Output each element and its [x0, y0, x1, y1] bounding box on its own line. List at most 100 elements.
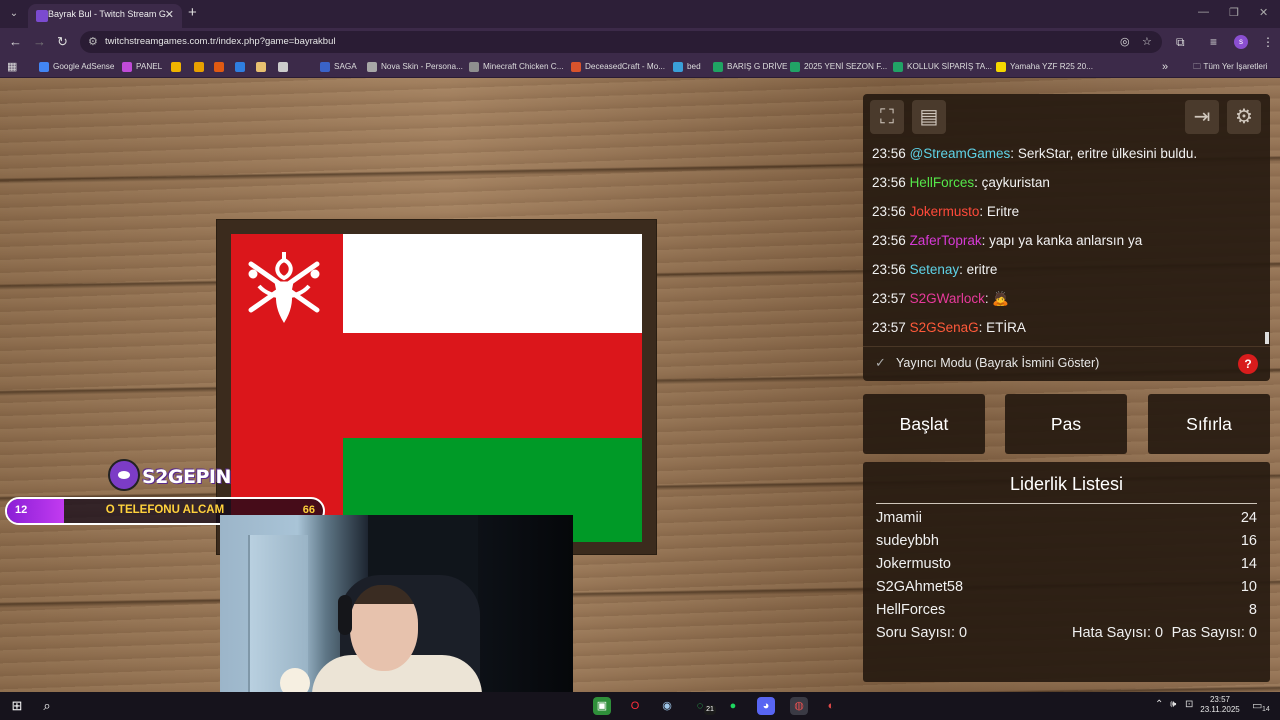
- bookmark-favicon-icon: [790, 61, 800, 72]
- bookmark-label: Minecraft Chicken C...: [483, 62, 564, 71]
- pass-button[interactable]: Pas: [1005, 394, 1127, 454]
- bookmark-item[interactable]: [278, 60, 292, 74]
- fullscreen-icon[interactable]: ⛶: [870, 100, 904, 134]
- chat-message: 23:56 HellForces: çaykuristan: [872, 175, 1050, 190]
- chat-time: 23:57: [872, 291, 906, 306]
- bookmark-item[interactable]: bed: [673, 60, 701, 74]
- apps-grid-icon[interactable]: ▦: [7, 60, 17, 74]
- extensions-icon[interactable]: ⧉: [1176, 35, 1185, 50]
- streamer-mode-label: Yayıncı Modu (Bayrak İsmini Göster): [896, 356, 1100, 370]
- bookmark-favicon-icon: [367, 61, 377, 72]
- bookmark-favicon-icon: [214, 61, 224, 72]
- chat-message: 23:56 ZaferToprak: yapı ya kanka anlarsı…: [872, 233, 1143, 248]
- webcam-person-head: [350, 585, 418, 671]
- minimize-icon[interactable]: —: [1198, 6, 1209, 18]
- stats-row: Soru Sayısı: 0 Hata Sayısı: 0 Pas Sayısı…: [876, 625, 1257, 641]
- chat-username[interactable]: S2GSenaG: [910, 320, 979, 335]
- bookmark-item[interactable]: [194, 60, 208, 74]
- pass-count: Pas Sayısı: 0: [1171, 625, 1257, 641]
- url-text[interactable]: twitchstreamgames.com.tr/index.php?game=…: [105, 36, 336, 47]
- bookmark-star-icon[interactable]: ☆: [1142, 35, 1152, 48]
- site-info-icon[interactable]: ⚙: [88, 35, 98, 48]
- tab-close-icon[interactable]: ✕: [165, 8, 174, 21]
- game-side-panel: ⛶ ▤ ⇥ ⚙ 23:56 @StreamGames: SerkStar, er…: [863, 94, 1270, 682]
- minecraft-icon[interactable]: ▣: [593, 697, 611, 715]
- tab-search-icon[interactable]: ⌄: [6, 6, 22, 22]
- bookmark-favicon-icon: [996, 61, 1006, 72]
- leader-name: Jmamii: [876, 510, 922, 526]
- bookmark-favicon-icon: [469, 61, 479, 72]
- bookmark-favicon-icon: [320, 61, 330, 72]
- bookmark-item[interactable]: [171, 60, 185, 74]
- bookmark-favicon-icon: [673, 61, 683, 72]
- bookmark-item[interactable]: DeceasedCraft - Mo...: [571, 60, 665, 74]
- checkmark-icon[interactable]: ✓: [875, 355, 886, 371]
- reset-button[interactable]: Sıfırla: [1148, 394, 1270, 454]
- system-clock[interactable]: 23:57 23.11.2025: [1198, 695, 1242, 715]
- profile-avatar[interactable]: s: [1234, 35, 1248, 49]
- eye-off-icon[interactable]: ◎: [1120, 35, 1130, 48]
- bookmark-item[interactable]: BARIŞ G DRİVE: [713, 60, 788, 74]
- help-button[interactable]: ?: [1238, 354, 1258, 374]
- volume-icon[interactable]: 🕪: [1170, 699, 1176, 710]
- chat-username[interactable]: ZaferToprak: [910, 233, 982, 248]
- start-button[interactable]: Başlat: [863, 394, 985, 454]
- leader-name: sudeybbh: [876, 533, 939, 549]
- notification-count: 14: [1262, 706, 1270, 713]
- obs-icon[interactable]: ◐: [822, 697, 840, 715]
- chat-username[interactable]: @StreamGames: [910, 146, 1011, 161]
- windows-start-icon[interactable]: ⊞: [8, 697, 26, 715]
- tray-chevron-icon[interactable]: ⌃: [1155, 699, 1163, 710]
- chat-username[interactable]: Jokermusto: [910, 204, 980, 219]
- chat-scrollbar[interactable]: [1265, 332, 1269, 344]
- all-bookmarks-folder[interactable]: 🗀 Tüm Yer İşaretleri: [1193, 60, 1268, 74]
- chrome-icon[interactable]: ◍: [790, 697, 808, 715]
- all-bookmarks-label: Tüm Yer İşaretleri: [1203, 62, 1268, 71]
- notifications-icon[interactable]: ▭: [1252, 699, 1262, 712]
- bookmark-item[interactable]: Nova Skin - Persona...: [367, 60, 463, 74]
- error-count: Hata Sayısı: 0: [1072, 625, 1164, 641]
- opera-icon[interactable]: O: [626, 697, 644, 715]
- chat-time: 23:56: [872, 233, 906, 248]
- menu-kebab-icon[interactable]: ⋮: [1262, 35, 1274, 49]
- leaderboard-row: HellForces 8: [876, 602, 1257, 624]
- reload-icon[interactable]: ↻: [57, 34, 68, 50]
- bookmarks-more-icon[interactable]: »: [1162, 60, 1168, 74]
- chat-username[interactable]: S2GWarlock: [910, 291, 985, 306]
- bookmark-item[interactable]: [214, 60, 228, 74]
- settings-gear-icon[interactable]: ⚙: [1227, 100, 1261, 134]
- chat-box: ⛶ ▤ ⇥ ⚙ 23:56 @StreamGames: SerkStar, er…: [863, 94, 1270, 381]
- search-icon[interactable]: ⌕: [38, 697, 56, 715]
- steam-icon[interactable]: ◉: [658, 697, 676, 715]
- restore-icon[interactable]: ❐: [1229, 6, 1239, 19]
- bookmark-item[interactable]: [256, 60, 270, 74]
- forward-icon[interactable]: →: [33, 34, 46, 49]
- flag-oman: [231, 234, 642, 542]
- streamer-mode-toggle[interactable]: ✓ Yayıncı Modu (Bayrak İsmini Göster) ?: [863, 346, 1270, 381]
- spotify-icon[interactable]: ●: [724, 697, 742, 715]
- bookmark-item[interactable]: Yamaha YZF R25 20...: [996, 60, 1093, 74]
- network-icon[interactable]: ⊡: [1185, 699, 1193, 710]
- back-icon[interactable]: ←: [9, 34, 22, 49]
- bookmark-item[interactable]: Google AdSense: [39, 60, 114, 74]
- notes-icon[interactable]: ▤: [912, 100, 946, 134]
- discord-icon[interactable]: ◕: [757, 697, 775, 715]
- exit-icon[interactable]: ⇥: [1185, 100, 1219, 134]
- omnibox[interactable]: ⚙ twitchstreamgames.com.tr/index.php?gam…: [80, 31, 1162, 53]
- bookmark-item[interactable]: Minecraft Chicken C...: [469, 60, 564, 74]
- address-toolbar: ← → ↻ ⚙ twitchstreamgames.com.tr/index.p…: [0, 28, 1280, 56]
- bookmark-item[interactable]: PANEL: [122, 60, 162, 74]
- chat-username[interactable]: HellForces: [910, 175, 975, 190]
- bookmark-item[interactable]: KOLLUK SİPARİŞ TA...: [893, 60, 992, 74]
- bookmark-item[interactable]: [235, 60, 249, 74]
- new-tab-button[interactable]: +: [188, 4, 197, 21]
- bookmark-item[interactable]: 2025 YENİ SEZON F...: [790, 60, 887, 74]
- chat-text: 🙇: [992, 291, 1010, 306]
- tab-bayrak-bul[interactable]: Bayrak Bul - Twitch Stream Games ✕: [28, 4, 182, 28]
- chat-text: SerkStar, eritre ülkesini buldu.: [1017, 146, 1198, 161]
- media-icon[interactable]: ≡: [1210, 35, 1217, 49]
- bookmark-label: SAGA: [334, 62, 357, 71]
- close-window-icon[interactable]: ✕: [1259, 6, 1268, 19]
- bookmark-item[interactable]: SAGA: [320, 60, 357, 74]
- chat-username[interactable]: Setenay: [910, 262, 960, 277]
